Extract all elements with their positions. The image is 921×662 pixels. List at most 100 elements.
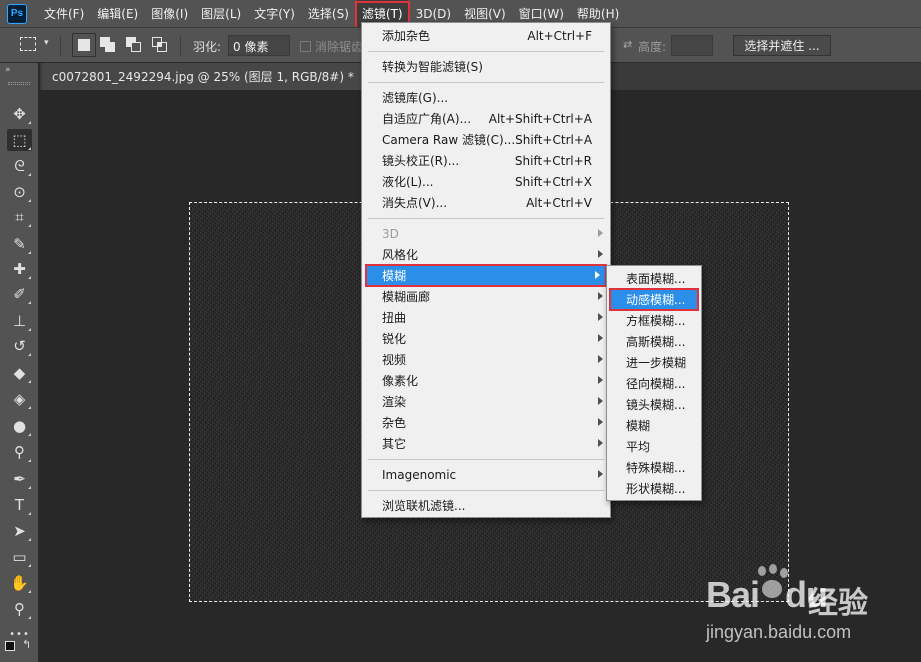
filter-menu-item[interactable]: 转换为智能滤镜(S)	[363, 56, 609, 77]
marquee-tool-glyph: ⬚	[12, 131, 27, 149]
swap-icon[interactable]: ⇄	[623, 38, 632, 51]
menu-item-label: 滤镜库(G)...	[382, 91, 449, 105]
filter-menu-item[interactable]: 镜头校正(R)... Shift+Ctrl+R	[363, 150, 609, 171]
menu-4[interactable]: 文字(Y)	[249, 0, 300, 27]
filter-menu-item[interactable]: 像素化	[363, 370, 609, 391]
blur-submenu-item[interactable]: 特殊模糊...	[608, 457, 700, 478]
filter-menu-item[interactable]: 模糊	[365, 264, 607, 287]
filter-menu-item[interactable]: 模糊画廊	[363, 286, 609, 307]
filter-menu-item[interactable]: 液化(L)... Shift+Ctrl+X	[363, 171, 609, 192]
filter-menu-item[interactable]: 扭曲	[363, 307, 609, 328]
lasso-tool-icon[interactable]: ᘓ	[7, 155, 32, 177]
zoom-tool-icon[interactable]: ⚲	[7, 598, 32, 620]
submenu-arrow-icon	[598, 397, 603, 405]
pen-tool-glyph: ✒	[13, 470, 26, 488]
filter-menu-item[interactable]: 消失点(V)... Alt+Ctrl+V	[363, 192, 609, 213]
menu-1[interactable]: 编辑(E)	[92, 0, 143, 27]
healing-brush-tool-icon[interactable]: ✚	[7, 258, 32, 280]
filter-menu-item[interactable]: 自适应广角(A)... Alt+Shift+Ctrl+A	[363, 108, 609, 129]
filter-menu-item: 3D	[363, 223, 609, 244]
menu-3[interactable]: 图层(L)	[196, 0, 246, 27]
blur-submenu-item[interactable]: 高斯模糊...	[608, 331, 700, 352]
rectangle-tool-glyph: ▭	[12, 548, 27, 566]
quick-select-tool-icon[interactable]: ⊙	[7, 181, 32, 203]
filter-menu-item[interactable]: Imagenomic	[363, 464, 609, 485]
filter-menu-item[interactable]: 浏览联机滤镜...	[363, 495, 609, 516]
menu-item-label: 锐化	[382, 332, 407, 346]
blur-submenu-item[interactable]: 径向模糊...	[608, 373, 700, 394]
paint-bucket-tool-icon[interactable]: ◈	[7, 388, 32, 410]
move-tool-icon[interactable]: ✥	[7, 103, 32, 125]
blur-submenu-item[interactable]: 镜头模糊...	[608, 394, 700, 415]
new-selection-button[interactable]	[72, 33, 96, 57]
filter-menu-item[interactable]: 锐化	[363, 328, 609, 349]
filter-menu-item[interactable]: 视频	[363, 349, 609, 370]
crop-tool-icon[interactable]: ⌗	[7, 206, 32, 228]
blur-submenu-item[interactable]: 进一步模糊	[608, 352, 700, 373]
history-brush-tool-icon[interactable]: ↺	[7, 335, 32, 357]
menu-item-label: 视频	[382, 353, 407, 367]
blur-submenu-item[interactable]: 表面模糊...	[608, 268, 700, 289]
antialias-checkbox[interactable]: 消除锯齿	[300, 38, 363, 55]
submenu-arrow-icon	[598, 376, 603, 384]
brush-tool-glyph: ✐	[13, 285, 26, 303]
menu-item-label: 浏览联机滤镜...	[382, 499, 466, 513]
filter-menu-item[interactable]: 渲染	[363, 391, 609, 412]
menu-item-shortcut: Alt+Shift+Ctrl+A	[488, 111, 592, 126]
menu-2[interactable]: 图像(I)	[146, 0, 193, 27]
eyedropper-tool-icon[interactable]: ✎	[7, 233, 32, 255]
photoshop-logo-icon: Ps	[7, 3, 27, 24]
menu-separator	[368, 459, 604, 460]
menu-item-label: Camera Raw 滤镜(C)...	[382, 133, 516, 147]
marquee-tool-icon[interactable]: ⬚	[7, 129, 32, 151]
filter-menu-item[interactable]: 风格化	[363, 244, 609, 265]
marquee-preset-icon[interactable]	[20, 37, 36, 51]
blur-submenu-item[interactable]: 动感模糊...	[609, 288, 699, 311]
hand-tool-icon[interactable]: ✋	[7, 572, 32, 594]
rectangle-tool-icon[interactable]: ▭	[7, 546, 32, 568]
checkbox-icon	[300, 41, 311, 52]
blur-submenu-item[interactable]: 方框模糊...	[608, 310, 700, 331]
menu-item-label: 扭曲	[382, 311, 407, 325]
feather-label: 羽化:	[193, 40, 222, 54]
blur-submenu-item[interactable]: 形状模糊...	[608, 478, 700, 499]
brush-tool-icon[interactable]: ✐	[7, 283, 32, 305]
document-tab[interactable]: c0072801_2492294.jpg @ 25% (图层 1, RGB/8#…	[42, 63, 363, 90]
divider	[60, 36, 61, 56]
menu-5[interactable]: 选择(S)	[303, 0, 354, 27]
pen-tool-icon[interactable]: ✒	[7, 468, 32, 490]
clone-stamp-tool-glyph: ⊥	[12, 312, 27, 330]
eraser-tool-icon[interactable]: ◆	[7, 362, 32, 384]
type-tool-icon[interactable]: T	[7, 494, 32, 516]
filter-menu-item[interactable]: 滤镜库(G)...	[363, 87, 609, 108]
blur-submenu-item[interactable]: 模糊	[608, 415, 700, 436]
history-brush-tool-glyph: ↺	[13, 337, 26, 355]
height-input[interactable]	[671, 35, 713, 56]
filter-menu-item[interactable]: Camera Raw 滤镜(C)... Shift+Ctrl+A	[363, 129, 609, 150]
blur-submenu-item[interactable]: 平均	[608, 436, 700, 457]
collapse-panel-icon[interactable]: »	[5, 65, 10, 75]
submenu-arrow-icon	[598, 250, 603, 258]
select-and-mask-button[interactable]: 选择并遮住 ...	[733, 35, 831, 56]
menu-item-label: 镜头校正(R)...	[382, 154, 460, 168]
panel-grip[interactable]	[8, 82, 30, 85]
menu-0[interactable]: 文件(F)	[39, 0, 89, 27]
feather-input[interactable]: 0 像素	[228, 35, 290, 56]
default-colors-icon[interactable]	[5, 641, 15, 651]
clone-stamp-tool-icon[interactable]: ⊥	[7, 310, 32, 332]
filter-menu-item[interactable]: 其它	[363, 433, 609, 454]
subtract-selection-button[interactable]	[126, 37, 142, 53]
intersect-selection-button[interactable]	[152, 37, 168, 53]
dodge-tool-icon[interactable]: ⚲	[7, 441, 32, 463]
filter-menu-item[interactable]: 杂色	[363, 412, 609, 433]
path-select-tool-icon[interactable]: ➤	[7, 520, 32, 542]
submenu-arrow-icon	[598, 470, 603, 478]
healing-brush-tool-glyph: ✚	[13, 260, 26, 278]
swap-colors-icon[interactable]: ↰	[22, 638, 31, 651]
chevron-down-icon[interactable]: ▾	[44, 38, 49, 48]
menu-item-shortcut: Shift+Ctrl+A	[515, 132, 593, 147]
blur-tool-icon[interactable]: ●	[7, 415, 32, 437]
add-selection-button[interactable]	[100, 37, 116, 53]
filter-menu-item[interactable]: 添加杂色 Alt+Ctrl+F	[363, 25, 609, 46]
document-tab-title: c0072801_2492294.jpg @ 25% (图层 1, RGB/8#…	[52, 70, 354, 84]
